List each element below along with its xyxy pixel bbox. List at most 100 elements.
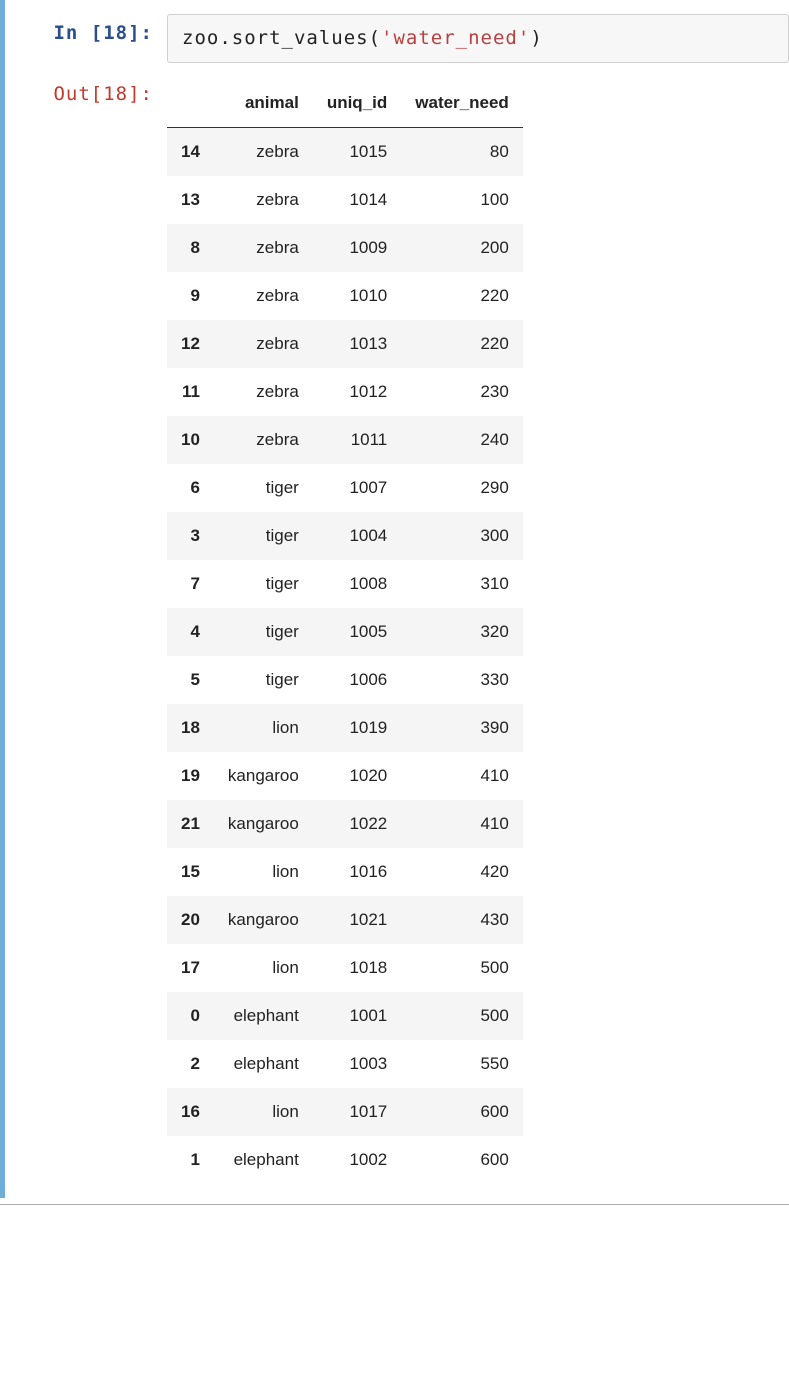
cell-uniq-id: 1005 xyxy=(313,608,401,656)
cell-uniq-id: 1009 xyxy=(313,224,401,272)
table-row: 14zebra101580 xyxy=(167,127,523,176)
row-index: 8 xyxy=(167,224,214,272)
input-prompt: In [18]: xyxy=(5,14,167,44)
cell-animal: elephant xyxy=(214,992,313,1040)
table-row: 16lion1017600 xyxy=(167,1088,523,1136)
cell-animal: tiger xyxy=(214,656,313,704)
table-row: 18lion1019390 xyxy=(167,704,523,752)
table-header-animal: animal xyxy=(214,79,313,128)
input-row: In [18]: zoo.sort_values('water_need') xyxy=(5,14,789,63)
cell-uniq-id: 1017 xyxy=(313,1088,401,1136)
table-row: 7tiger1008310 xyxy=(167,560,523,608)
cell-animal: kangaroo xyxy=(214,800,313,848)
cell-animal: tiger xyxy=(214,608,313,656)
cell-uniq-id: 1006 xyxy=(313,656,401,704)
code-input[interactable]: zoo.sort_values('water_need') xyxy=(167,14,789,63)
row-index: 19 xyxy=(167,752,214,800)
output-area: animal uniq_id water_need 14zebra1015801… xyxy=(167,75,789,1184)
cell-uniq-id: 1001 xyxy=(313,992,401,1040)
table-header-water-need: water_need xyxy=(401,79,523,128)
table-row: 3tiger1004300 xyxy=(167,512,523,560)
cell-animal: lion xyxy=(214,944,313,992)
cell-animal: kangaroo xyxy=(214,752,313,800)
cell-uniq-id: 1018 xyxy=(313,944,401,992)
cell-uniq-id: 1004 xyxy=(313,512,401,560)
row-index: 11 xyxy=(167,368,214,416)
table-row: 2elephant1003550 xyxy=(167,1040,523,1088)
cell-water-need: 200 xyxy=(401,224,523,272)
cell-animal: zebra xyxy=(214,272,313,320)
cell-water-need: 600 xyxy=(401,1088,523,1136)
cell-water-need: 320 xyxy=(401,608,523,656)
row-index: 17 xyxy=(167,944,214,992)
cell-water-need: 390 xyxy=(401,704,523,752)
code-string-literal: 'water_need' xyxy=(381,27,530,49)
row-index: 14 xyxy=(167,127,214,176)
cell-water-need: 240 xyxy=(401,416,523,464)
cell-animal: zebra xyxy=(214,224,313,272)
cell-uniq-id: 1002 xyxy=(313,1136,401,1184)
row-index: 1 xyxy=(167,1136,214,1184)
cell-water-need: 410 xyxy=(401,800,523,848)
code-token: zoo.sort_values( xyxy=(182,27,381,49)
cell-water-need: 310 xyxy=(401,560,523,608)
cell-water-need: 330 xyxy=(401,656,523,704)
cell-uniq-id: 1014 xyxy=(313,176,401,224)
cell-water-need: 500 xyxy=(401,944,523,992)
cell-water-need: 420 xyxy=(401,848,523,896)
cell-animal: lion xyxy=(214,704,313,752)
cell-animal: elephant xyxy=(214,1040,313,1088)
table-row: 4tiger1005320 xyxy=(167,608,523,656)
cell-animal: tiger xyxy=(214,560,313,608)
row-index: 12 xyxy=(167,320,214,368)
cell-animal: kangaroo xyxy=(214,896,313,944)
output-prompt: Out[18]: xyxy=(5,75,167,105)
row-index: 7 xyxy=(167,560,214,608)
cell-water-need: 500 xyxy=(401,992,523,1040)
table-row: 15lion1016420 xyxy=(167,848,523,896)
cell-water-need: 220 xyxy=(401,272,523,320)
cell-uniq-id: 1013 xyxy=(313,320,401,368)
cell-animal: elephant xyxy=(214,1136,313,1184)
row-index: 10 xyxy=(167,416,214,464)
cell-water-need: 430 xyxy=(401,896,523,944)
cell-water-need: 80 xyxy=(401,127,523,176)
table-header: animal uniq_id water_need xyxy=(167,79,523,128)
cell-animal: zebra xyxy=(214,127,313,176)
row-index: 9 xyxy=(167,272,214,320)
cell-animal: lion xyxy=(214,1088,313,1136)
dataframe-table: animal uniq_id water_need 14zebra1015801… xyxy=(167,79,523,1184)
cell-uniq-id: 1015 xyxy=(313,127,401,176)
row-index: 18 xyxy=(167,704,214,752)
table-row: 13zebra1014100 xyxy=(167,176,523,224)
cell-water-need: 230 xyxy=(401,368,523,416)
cell-water-need: 290 xyxy=(401,464,523,512)
cell-water-need: 100 xyxy=(401,176,523,224)
cell-animal: tiger xyxy=(214,464,313,512)
code-token: ) xyxy=(530,27,542,49)
cell-uniq-id: 1003 xyxy=(313,1040,401,1088)
row-index: 21 xyxy=(167,800,214,848)
table-row: 21kangaroo1022410 xyxy=(167,800,523,848)
cell-animal: zebra xyxy=(214,320,313,368)
cell-animal: lion xyxy=(214,848,313,896)
row-index: 3 xyxy=(167,512,214,560)
cell-uniq-id: 1007 xyxy=(313,464,401,512)
table-row: 20kangaroo1021430 xyxy=(167,896,523,944)
table-body: 14zebra10158013zebra10141008zebra1009200… xyxy=(167,127,523,1184)
cell-uniq-id: 1022 xyxy=(313,800,401,848)
cell-animal: zebra xyxy=(214,176,313,224)
row-index: 13 xyxy=(167,176,214,224)
table-header-uniq-id: uniq_id xyxy=(313,79,401,128)
cell-uniq-id: 1010 xyxy=(313,272,401,320)
table-row: 0elephant1001500 xyxy=(167,992,523,1040)
table-row: 6tiger1007290 xyxy=(167,464,523,512)
notebook-cell: In [18]: zoo.sort_values('water_need') O… xyxy=(0,0,789,1198)
table-row: 1elephant1002600 xyxy=(167,1136,523,1184)
row-index: 6 xyxy=(167,464,214,512)
cell-uniq-id: 1012 xyxy=(313,368,401,416)
row-index: 15 xyxy=(167,848,214,896)
table-row: 8zebra1009200 xyxy=(167,224,523,272)
cell-water-need: 550 xyxy=(401,1040,523,1088)
cell-water-need: 410 xyxy=(401,752,523,800)
